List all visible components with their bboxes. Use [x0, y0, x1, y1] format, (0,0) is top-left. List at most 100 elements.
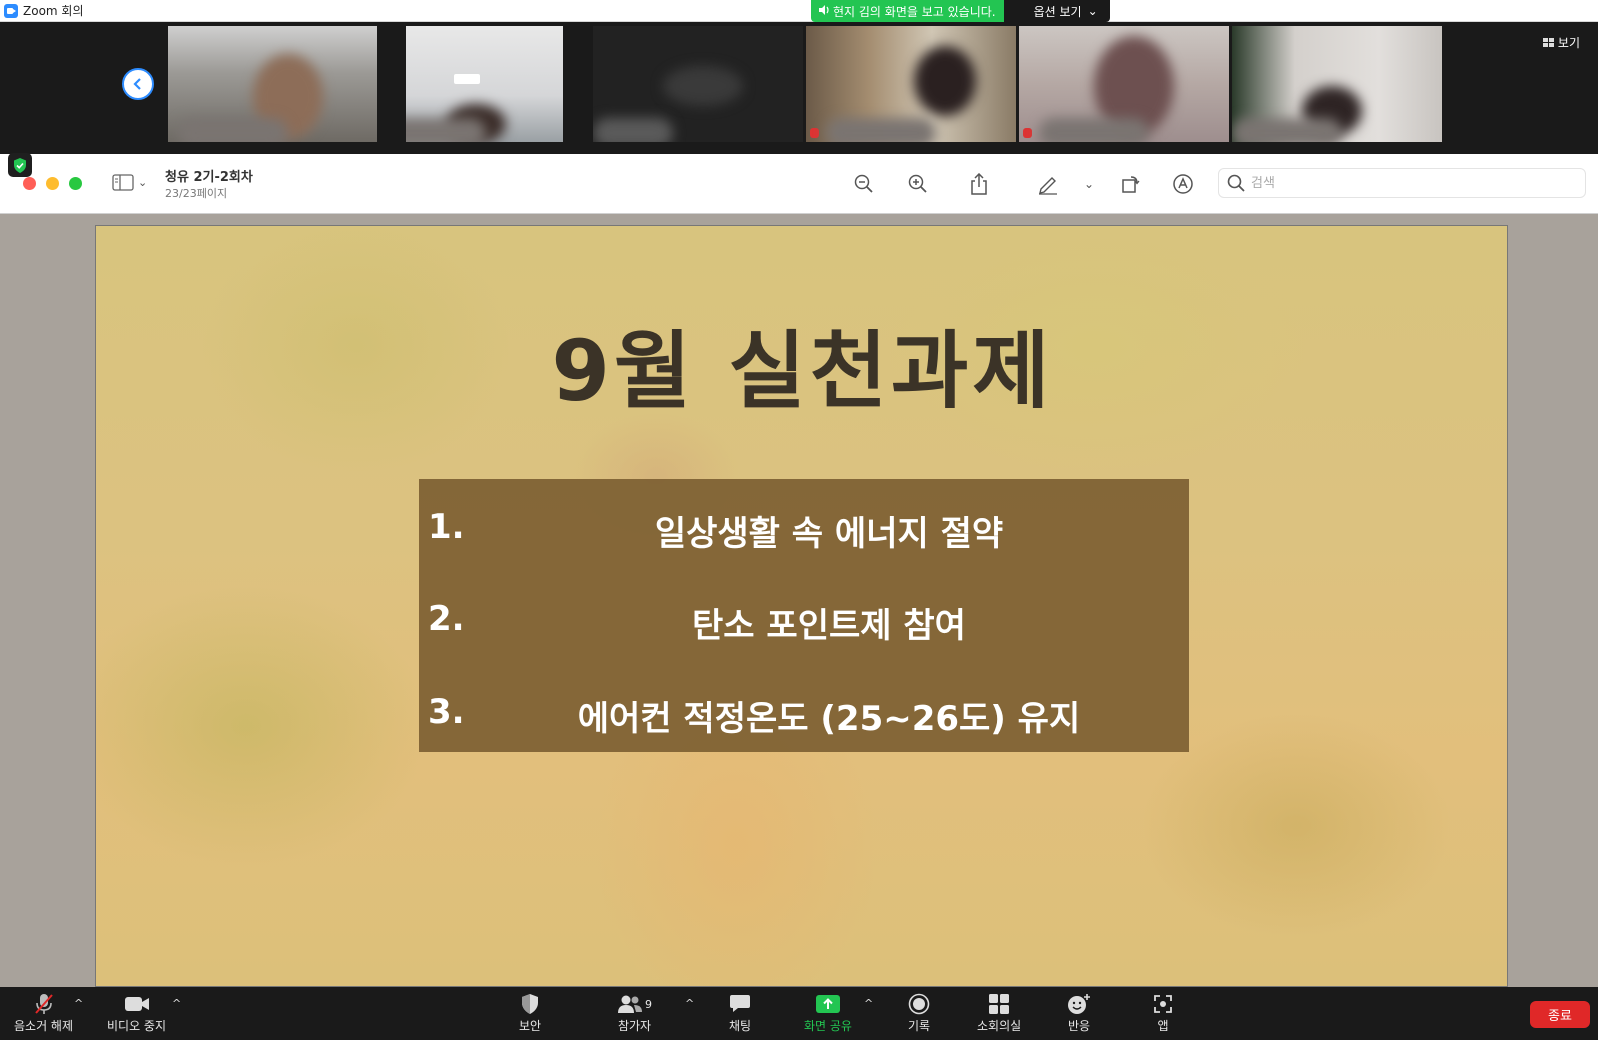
participant-name-blurred — [178, 118, 288, 142]
share-screen-icon — [815, 991, 841, 1017]
window-close-button[interactable] — [23, 177, 36, 190]
participant-video-tile[interactable] — [1019, 26, 1229, 142]
document-area: 9월 실천과제 1. 일상생활 속 에너지 절약 2. 탄소 포인트제 참여 3… — [0, 214, 1598, 987]
search-icon — [1227, 174, 1245, 192]
task-text: 탄소 포인트제 참여 — [692, 606, 966, 646]
task-item: 1. 일상생활 속 에너지 절약 — [419, 495, 1189, 555]
chat-label: 채팅 — [729, 1019, 752, 1033]
apps-label: 앱 — [1157, 1019, 1169, 1033]
participant-name-blurred — [1232, 118, 1342, 142]
task-item: 3. 에어컨 적정온도 (25~26도) 유지 — [419, 680, 1189, 740]
breakout-rooms-label: 소회의실 — [977, 1019, 1022, 1033]
unmute-label: 음소거 해제 — [14, 1019, 74, 1033]
zoom-out-button[interactable] — [852, 172, 876, 196]
participant-video-tile[interactable] — [593, 26, 803, 142]
chevron-down-icon: ⌄ — [1087, 4, 1098, 18]
participant-count: 9 — [645, 997, 652, 1011]
page-indicator: 23/23페이지 — [165, 187, 228, 200]
zoom-window: Zoom 회의 현지 김의 화면을 보고 있습니다. 옵션 보기 ⌄ 보기 ⌄ … — [0, 0, 1598, 1040]
participant-video-tile[interactable] — [806, 26, 1016, 142]
breakout-grid-icon — [988, 991, 1010, 1017]
video-camera-icon — [124, 991, 150, 1017]
participant-video-tile[interactable] — [406, 26, 563, 142]
view-options-label: 옵션 보기 — [1033, 4, 1082, 19]
muted-mic-icon — [33, 991, 55, 1017]
participant-name-blurred — [593, 118, 673, 142]
participants-button[interactable]: 9 참가자 — [617, 991, 652, 1034]
apps-button[interactable]: 앱 — [1152, 991, 1174, 1034]
video-options-caret-icon[interactable]: ^ — [172, 997, 181, 1010]
participants-icon — [618, 995, 642, 1013]
stop-video-label: 비디오 중지 — [107, 1019, 167, 1033]
share-options-caret-icon[interactable]: ^ — [864, 997, 873, 1010]
task-number: 2. — [428, 599, 465, 639]
shield-icon — [520, 991, 540, 1017]
grid-view-icon — [1542, 38, 1554, 47]
participants-label: 참가자 — [617, 1019, 652, 1033]
share-button[interactable] — [967, 172, 991, 196]
pen-icon — [1039, 177, 1057, 195]
participant-video-tile[interactable] — [168, 26, 377, 142]
audio-options-caret-icon[interactable]: ^ — [74, 997, 83, 1010]
zoom-out-icon — [854, 174, 873, 193]
chevron-left-icon — [133, 78, 141, 90]
zoom-in-icon — [908, 174, 927, 193]
annotate-icon — [1173, 174, 1193, 194]
share-banner: 현지 김의 화면을 보고 있습니다. 옵션 보기 ⌄ — [811, 0, 1110, 22]
reactions-label: 반응 — [1067, 1019, 1091, 1033]
participant-name-blurred — [406, 118, 486, 142]
smiley-plus-icon — [1067, 991, 1091, 1017]
video-gallery-strip: 보기 — [0, 22, 1598, 154]
participants-options-caret-icon[interactable]: ^ — [685, 997, 694, 1010]
security-button[interactable]: 보안 — [519, 991, 541, 1034]
participant-name-blurred — [826, 118, 936, 142]
rotate-button[interactable] — [1119, 172, 1143, 196]
security-shield-icon — [8, 153, 32, 177]
chat-button[interactable]: 채팅 — [729, 991, 751, 1034]
participant-video-tile[interactable] — [1232, 26, 1442, 142]
apps-icon — [1152, 991, 1174, 1017]
record-button[interactable]: 기록 — [908, 991, 930, 1034]
share-status: 현지 김의 화면을 보고 있습니다. — [811, 0, 1004, 22]
share-icon — [971, 173, 987, 195]
end-meeting-label: 종료 — [1548, 1009, 1572, 1024]
view-layout-button[interactable]: 보기 — [1542, 34, 1580, 51]
task-number: 1. — [428, 507, 465, 547]
markup-options-button[interactable]: ⌄ — [1077, 172, 1101, 196]
chat-bubble-icon — [729, 991, 751, 1017]
security-label: 보안 — [519, 1019, 542, 1033]
sidebar-icon — [112, 174, 134, 191]
zoom-in-button[interactable] — [906, 172, 930, 196]
document-title: 청유 2기-2회차 — [165, 170, 253, 185]
slide-title: 9월 실천과제 — [551, 322, 1054, 420]
markup-button[interactable] — [1036, 172, 1060, 196]
app-title: Zoom 회의 — [23, 4, 84, 18]
end-meeting-button[interactable]: 종료 — [1530, 1001, 1590, 1028]
search-field[interactable] — [1218, 168, 1586, 198]
task-number: 3. — [428, 692, 465, 732]
search-input[interactable] — [1251, 175, 1551, 191]
muted-mic-icon — [1023, 128, 1032, 138]
record-label: 기록 — [908, 1019, 931, 1033]
chevron-down-icon: ⌄ — [138, 176, 148, 189]
sidebar-toggle-button[interactable]: ⌄ — [112, 174, 147, 191]
participant-name-blurred — [1039, 118, 1149, 142]
title-bar: Zoom 회의 현지 김의 화면을 보고 있습니다. 옵션 보기 ⌄ — [0, 0, 1598, 22]
participants-icon-wrap: 9 — [617, 991, 652, 1017]
reactions-button[interactable]: 반응 — [1067, 991, 1091, 1034]
gallery-prev-button[interactable] — [122, 68, 154, 100]
task-text: 에어컨 적정온도 (25~26도) 유지 — [577, 699, 1081, 739]
breakout-rooms-button[interactable]: 소회의실 — [977, 991, 1021, 1034]
stop-video-button[interactable]: 비디오 중지 — [107, 991, 166, 1034]
window-zoom-button[interactable] — [69, 177, 82, 190]
window-minimize-button[interactable] — [46, 177, 59, 190]
task-list-box: 1. 일상생활 속 에너지 절약 2. 탄소 포인트제 참여 3. 에어컨 적정… — [419, 479, 1189, 752]
view-options-button[interactable]: 옵션 보기 ⌄ — [1003, 0, 1110, 22]
share-screen-button[interactable]: 화면 공유 — [804, 991, 852, 1034]
speaker-icon — [819, 4, 830, 18]
zoom-logo-icon — [4, 3, 18, 18]
annotate-button[interactable] — [1171, 172, 1195, 196]
task-item: 2. 탄소 포인트제 참여 — [419, 587, 1189, 647]
unmute-button[interactable]: 음소거 해제 — [14, 991, 73, 1034]
record-icon — [908, 991, 930, 1017]
